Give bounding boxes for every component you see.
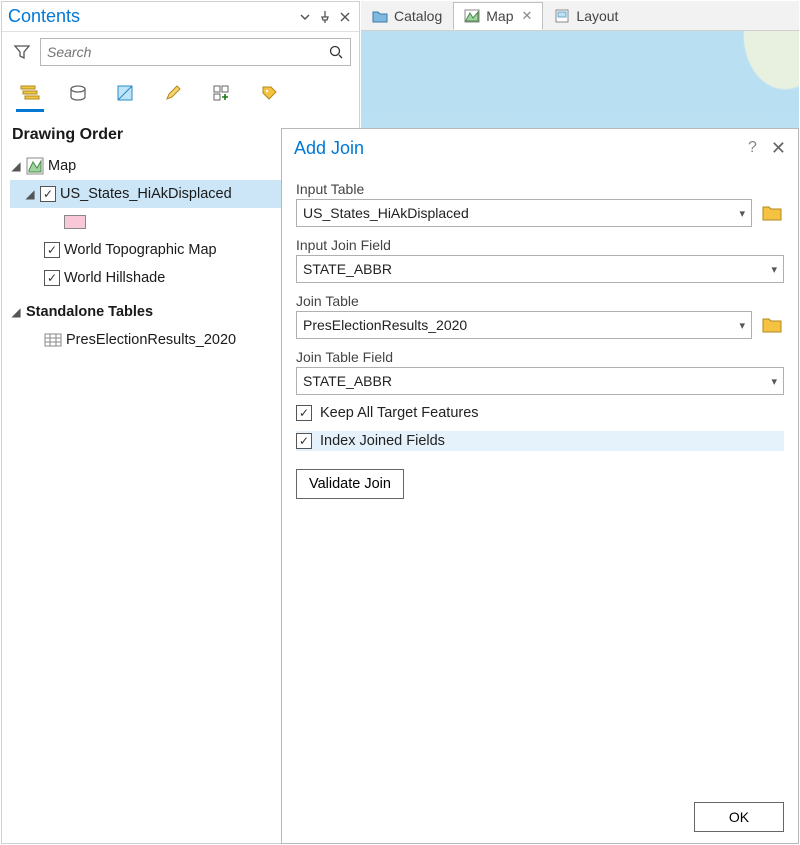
list-by-labeling-button[interactable]: [256, 76, 284, 112]
caret-down-icon[interactable]: ◢: [24, 187, 36, 201]
search-icon[interactable]: [328, 44, 344, 60]
layer-visibility-checkbox[interactable]: ✓: [40, 186, 56, 202]
map-icon: [26, 157, 44, 175]
list-by-source-button[interactable]: [64, 76, 92, 112]
table-label: PresElectionResults_2020: [66, 332, 236, 348]
input-join-field-label: Input Join Field: [296, 237, 784, 253]
ok-button[interactable]: OK: [694, 802, 784, 832]
browse-folder-icon[interactable]: [760, 313, 784, 337]
dialog-footer: OK: [282, 791, 798, 843]
search-row: [2, 32, 359, 72]
pin-icon[interactable]: [317, 9, 333, 25]
keep-all-checkbox[interactable]: ✓: [296, 405, 312, 421]
view-tabs-bar: Catalog Map ✕ Layout: [361, 1, 799, 31]
keep-all-features-row[interactable]: ✓ Keep All Target Features: [296, 405, 784, 421]
tab-label: Map: [486, 8, 513, 24]
input-join-field-dropdown[interactable]: STATE_ABBR ▾: [296, 255, 784, 283]
close-icon[interactable]: [337, 9, 353, 25]
index-joined-fields-row[interactable]: ✓ Index Joined Fields: [296, 431, 784, 451]
keep-all-label: Keep All Target Features: [320, 405, 479, 421]
join-table-field-value: STATE_ABBR: [303, 373, 392, 389]
table-icon: [44, 331, 62, 349]
input-join-field-value: STATE_ABBR: [303, 261, 392, 277]
list-by-snapping-button[interactable]: [208, 76, 236, 112]
symbol-swatch[interactable]: [64, 215, 86, 229]
chevron-down-icon: ▾: [771, 375, 777, 388]
dialog-body: Input Table US_States_HiAkDisplaced ▾ In…: [282, 167, 798, 791]
tab-label: Catalog: [394, 8, 442, 24]
input-table-dropdown[interactable]: US_States_HiAkDisplaced ▾: [296, 199, 752, 227]
contents-toolbar: [2, 72, 359, 112]
join-table-label: Join Table: [296, 293, 784, 309]
tab-map[interactable]: Map ✕: [453, 2, 543, 30]
search-box[interactable]: [40, 38, 351, 66]
contents-title: Contents: [8, 6, 293, 27]
index-joined-checkbox[interactable]: ✓: [296, 433, 312, 449]
caret-down-icon[interactable]: ◢: [10, 159, 22, 173]
chevron-down-icon: ▾: [739, 207, 745, 220]
filter-button[interactable]: [10, 40, 34, 64]
caret-down-icon[interactable]: ◢: [10, 305, 22, 319]
join-table-value: PresElectionResults_2020: [303, 317, 467, 333]
browse-folder-icon[interactable]: [760, 201, 784, 225]
layer-label: US_States_HiAkDisplaced: [60, 186, 232, 202]
list-by-selection-button[interactable]: [112, 76, 140, 112]
close-icon[interactable]: ✕: [771, 138, 786, 159]
dialog-titlebar: Add Join ? ✕: [282, 129, 798, 167]
join-table-field-dropdown[interactable]: STATE_ABBR ▾: [296, 367, 784, 395]
tab-close-icon[interactable]: ✕: [522, 8, 533, 24]
dialog-title: Add Join: [294, 138, 364, 159]
input-table-label: Input Table: [296, 181, 784, 197]
validate-join-button[interactable]: Validate Join: [296, 469, 404, 499]
contents-header: Contents: [2, 2, 359, 32]
input-table-value: US_States_HiAkDisplaced: [303, 205, 469, 221]
index-joined-label: Index Joined Fields: [320, 433, 445, 449]
chevron-down-icon: ▾: [771, 263, 777, 276]
join-table-dropdown[interactable]: PresElectionResults_2020 ▾: [296, 311, 752, 339]
dropdown-icon[interactable]: [297, 9, 313, 25]
list-by-drawing-order-button[interactable]: [16, 76, 44, 112]
add-join-dialog: Add Join ? ✕ Input Table US_States_HiAkD…: [281, 128, 799, 844]
layer-label: World Hillshade: [64, 270, 165, 286]
standalone-tables-heading: Standalone Tables: [26, 304, 153, 320]
tab-catalog[interactable]: Catalog: [361, 2, 453, 30]
layer-visibility-checkbox[interactable]: ✓: [44, 270, 60, 286]
search-input[interactable]: [47, 44, 328, 60]
layer-label: World Topographic Map: [64, 242, 217, 258]
layer-visibility-checkbox[interactable]: ✓: [44, 242, 60, 258]
join-table-field-label: Join Table Field: [296, 349, 784, 365]
map-label: Map: [48, 158, 76, 174]
tab-label: Layout: [576, 8, 618, 24]
tab-layout[interactable]: Layout: [543, 2, 629, 30]
chevron-down-icon: ▾: [739, 319, 745, 332]
help-icon[interactable]: ?: [748, 139, 757, 157]
list-by-editing-button[interactable]: [160, 76, 188, 112]
